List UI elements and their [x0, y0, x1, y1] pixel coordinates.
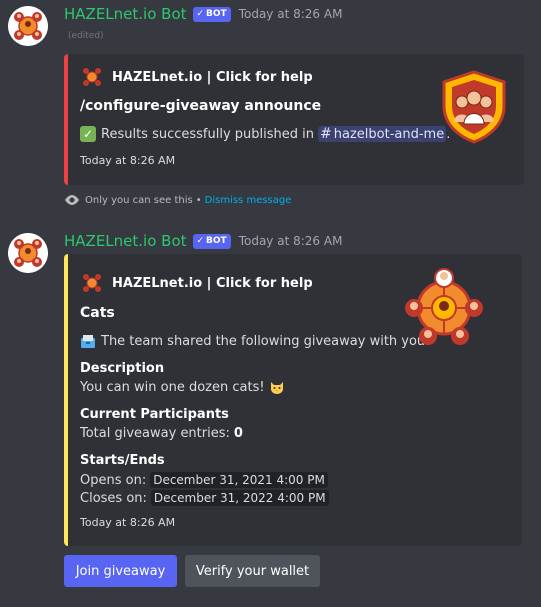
field-participants-name: Current Participants: [80, 407, 229, 422]
check-icon: ✓: [196, 236, 205, 246]
bot-avatar[interactable]: [8, 233, 48, 273]
check-icon: ✓: [196, 9, 205, 19]
bot-tag-label: BOT: [206, 236, 227, 246]
field-description-value: You can win one dozen cats!: [80, 379, 285, 395]
bot-tag: ✓ BOT: [192, 6, 231, 22]
bot-tag: ✓ BOT: [192, 233, 231, 249]
team-network-icon: [404, 268, 484, 348]
message-timestamp[interactable]: Today at 8:26 AM: [239, 7, 343, 21]
field-closes-value: Closes on: December 31, 2022 4:00 PM: [80, 490, 329, 506]
field-opens-value: Opens on: December 31, 2021 4:00 PM: [80, 472, 328, 488]
field-dates-name: Starts/Ends: [80, 453, 165, 468]
verify-wallet-button[interactable]: Verify your wallet: [185, 555, 320, 587]
message-header: HAZELnet.io Bot ✓ BOT Today at 8:26 AM: [64, 3, 342, 25]
hazelnet-logo-icon: [8, 6, 48, 46]
field-description-text: You can win one dozen cats!: [80, 379, 265, 395]
ephemeral-text: Only you can see this: [85, 194, 193, 206]
dismiss-message-link[interactable]: Dismiss message: [205, 195, 292, 206]
participants-count: 0: [233, 426, 243, 441]
edited-label: (edited): [68, 31, 104, 41]
cat-face-icon: [269, 379, 285, 395]
embed-footer: Today at 8:26 AM: [80, 516, 176, 529]
shield-team-icon: [436, 68, 516, 148]
participants-label: Total giveaway entries:: [80, 426, 230, 441]
bot-tag-label: BOT: [206, 9, 227, 19]
embed-title: Cats: [80, 305, 115, 321]
closes-date: December 31, 2022 4:00 PM: [150, 490, 329, 506]
closes-label: Closes on:: [80, 490, 147, 506]
field-participants-value: Total giveaway entries: 0: [80, 426, 243, 441]
embed-author-name: HAZELnet.io | Click for help: [112, 69, 313, 85]
embed-description: The team shared the following giveaway w…: [80, 333, 429, 349]
description-text: The team shared the following giveaway w…: [101, 333, 430, 349]
message-header: HAZELnet.io Bot ✓ BOT Today at 8:26 AM: [64, 230, 342, 252]
ephemeral-notice: Only you can see this • Dismiss message: [64, 194, 291, 206]
embed-author[interactable]: HAZELnet.io | Click for help: [80, 271, 313, 295]
embed-title: /configure-giveaway announce: [80, 98, 322, 114]
hazelnet-logo-icon: [8, 233, 48, 273]
author-logo-icon: [80, 65, 104, 89]
embed-description: ✓ Results successfully published in # haz…: [80, 126, 450, 142]
message-timestamp[interactable]: Today at 8:26 AM: [239, 234, 343, 248]
eye-icon: [64, 194, 80, 206]
embed-accent-bar: [64, 54, 68, 185]
bot-avatar[interactable]: [8, 6, 48, 46]
hash-icon: #: [320, 126, 332, 142]
embed-author-name: HAZELnet.io | Click for help: [112, 275, 313, 291]
ephemeral-separator: •: [195, 194, 202, 206]
bot-username[interactable]: HAZELnet.io Bot: [64, 232, 187, 250]
embed-footer: Today at 8:26 AM: [80, 154, 176, 167]
opens-label: Opens on:: [80, 472, 147, 488]
channel-mention[interactable]: # hazelbot-and-me: [318, 126, 447, 142]
channel-name: hazelbot-and-me: [333, 127, 445, 142]
author-logo-icon: [80, 271, 104, 295]
join-giveaway-button[interactable]: Join giveaway: [64, 555, 177, 587]
check-mark-icon: ✓: [80, 126, 96, 142]
embed-giveaway: HAZELnet.io | Click for help Cats The te…: [64, 254, 522, 546]
field-description-name: Description: [80, 361, 165, 376]
card-file-box-icon: [80, 333, 96, 349]
embed-author[interactable]: HAZELnet.io | Click for help: [80, 65, 313, 89]
embed-accent-bar: [64, 254, 68, 546]
description-text: Results successfully published in: [101, 126, 315, 142]
bot-username[interactable]: HAZELnet.io Bot: [64, 5, 187, 23]
embed-configure: HAZELnet.io | Click for help /configure-…: [64, 54, 524, 185]
opens-date: December 31, 2021 4:00 PM: [150, 472, 328, 488]
